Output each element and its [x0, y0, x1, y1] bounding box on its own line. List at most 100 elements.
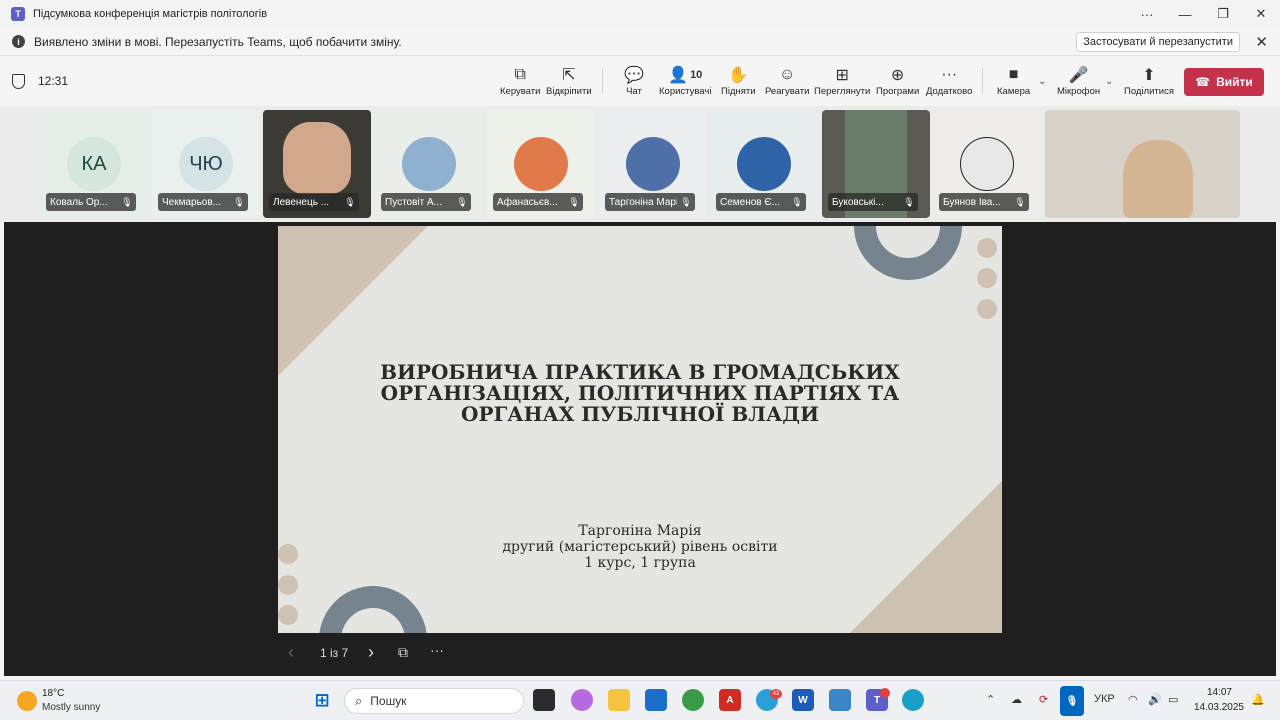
- word-icon[interactable]: W: [792, 689, 814, 711]
- self-video-tile[interactable]: [1045, 110, 1240, 218]
- avatar: [514, 137, 568, 191]
- participant-tile[interactable]: ЧЮ Чекмарьов... 🎙: [152, 110, 260, 218]
- mic-off-icon: 🎙: [680, 196, 692, 207]
- teams-badge: [880, 688, 890, 698]
- sync-icon[interactable]: ⟳: [1039, 693, 1048, 706]
- acrobat-icon[interactable]: A: [719, 689, 741, 711]
- chat-button[interactable]: 💬 Чат: [624, 64, 644, 97]
- mic-off-icon: 🎙: [344, 196, 356, 207]
- slide-subtitle: Таргоніна Марія другий (магістерський) р…: [428, 523, 852, 571]
- raise-hand-button[interactable]: ✋ Підняти: [721, 64, 756, 97]
- minimize-button[interactable]: —: [1166, 0, 1204, 28]
- weather-sun-icon[interactable]: [17, 691, 37, 711]
- participant-tile[interactable]: Афанасьєв... 🎙: [487, 110, 595, 218]
- tray-chevron-icon[interactable]: ⌃: [986, 693, 995, 706]
- notifications-bell-icon[interactable]: 🔔: [1251, 693, 1265, 706]
- wifi-icon[interactable]: ◠: [1128, 693, 1138, 706]
- share-button[interactable]: ⬆ Поділитися: [1124, 64, 1174, 97]
- participant-tile[interactable]: Буянов Іва... 🎙: [933, 110, 1041, 218]
- copilot-icon[interactable]: [571, 689, 593, 711]
- people-count: 10: [690, 69, 703, 81]
- info-icon: i: [12, 35, 25, 48]
- start-windows-icon[interactable]: ⊞: [311, 689, 333, 711]
- control-button[interactable]: ⧉ Керувати: [500, 64, 540, 97]
- slide-more-button[interactable]: ···: [430, 642, 444, 658]
- photos-icon[interactable]: [829, 689, 851, 711]
- react-button[interactable]: ☺ Реагувати: [765, 64, 809, 97]
- view-button[interactable]: ⊞ Переглянути: [814, 64, 870, 97]
- slides-grid-icon[interactable]: ⧉: [398, 644, 408, 661]
- participant-tile[interactable]: Таргоніна Марі...🎙: [599, 110, 707, 218]
- share-icon: ⬆: [1142, 67, 1156, 84]
- taskbar: 18°C Mostly sunny ⊞ ⌕ Пошук A 43 W T ⌃ ☁…: [0, 680, 1280, 720]
- participant-name: Левенець ...: [273, 196, 330, 208]
- more-button[interactable]: ··· Додатково: [926, 64, 972, 97]
- meeting-toolbar: 12:31 ⧉ Керувати ⇱ Відкріпити 💬 Чат 👤 10 …: [0, 56, 1280, 106]
- leave-button[interactable]: ☎ Вийти: [1184, 68, 1264, 96]
- decor-dot: [977, 299, 997, 319]
- file-explorer-icon[interactable]: [608, 689, 630, 711]
- participants-strip: КА Коваль Ор... 🎙 ЧЮ Чекмарьов... 🎙 Левене…: [0, 106, 1280, 222]
- weather-temp[interactable]: 18°C: [42, 688, 64, 699]
- more-options-icon[interactable]: ···: [1128, 0, 1166, 28]
- participant-tile[interactable]: Буковські... 🎙: [822, 110, 930, 218]
- notification-message: Виявлено зміни в мові. Перезапустіть Tea…: [34, 34, 402, 49]
- mic-off-icon: 🎙: [568, 196, 580, 207]
- camera-options-chevron-icon[interactable]: ⌄: [1038, 76, 1046, 87]
- weather-desc[interactable]: Mostly sunny: [42, 702, 100, 713]
- edge-icon[interactable]: [902, 689, 924, 711]
- task-view-icon[interactable]: [533, 689, 555, 711]
- unpin-button[interactable]: ⇱ Відкріпити: [546, 64, 592, 97]
- avatar: [402, 137, 456, 191]
- mic-off-icon: 🎙: [233, 196, 245, 207]
- notification-bar: i Виявлено зміни в мові. Перезапустіть T…: [0, 28, 1280, 56]
- next-slide-button[interactable]: ›: [368, 642, 374, 663]
- camera-icon: ■: [1008, 66, 1019, 83]
- close-notification-button[interactable]: ✕: [1255, 33, 1268, 51]
- decor-dot: [977, 238, 997, 258]
- avatar: [737, 137, 791, 191]
- avatar: [626, 137, 680, 191]
- ellipsis-icon: ···: [941, 66, 958, 83]
- mic-off-icon: 🎙: [1014, 196, 1026, 207]
- shared-content-area: ВИРОБНИЧА ПРАКТИКА В ГРОМАДСЬКИХ ОРГАНІЗ…: [4, 222, 1276, 676]
- avatar: КА: [67, 137, 121, 191]
- camera-button[interactable]: ■ Камера: [997, 64, 1030, 97]
- mic-icon: 🎤: [1068, 67, 1089, 84]
- search-box[interactable]: ⌕ Пошук: [344, 688, 524, 714]
- restore-button[interactable]: ❐: [1204, 0, 1242, 28]
- mic-options-chevron-icon[interactable]: ⌄: [1105, 76, 1113, 87]
- avatar: ЧЮ: [179, 137, 233, 191]
- teams-logo-icon: T: [11, 7, 25, 21]
- presentation-slide: ВИРОБНИЧА ПРАКТИКА В ГРОМАДСЬКИХ ОРГАНІЗ…: [278, 226, 1002, 633]
- volume-icon[interactable]: 🔊: [1148, 693, 1162, 706]
- close-window-button[interactable]: ✕: [1242, 0, 1280, 28]
- shield-icon: [12, 74, 25, 89]
- search-placeholder: Пошук: [370, 694, 407, 708]
- battery-icon[interactable]: ▭: [1168, 693, 1178, 706]
- participant-tile[interactable]: Пустовіт А... 🎙: [375, 110, 483, 218]
- decor-dot: [278, 575, 298, 595]
- divider: [982, 68, 983, 94]
- participant-name: Пустовіт А...: [385, 196, 443, 208]
- store-icon[interactable]: [645, 689, 667, 711]
- clock-date[interactable]: 14.03.2025: [1194, 702, 1244, 713]
- voice-mic-icon[interactable]: 🎙: [1060, 686, 1084, 716]
- clock-time[interactable]: 14:07: [1207, 687, 1232, 698]
- cloud-icon[interactable]: ☁: [1011, 693, 1022, 706]
- participant-name: Семенов Є...: [720, 196, 780, 208]
- prev-slide-button[interactable]: ‹: [288, 642, 294, 663]
- apply-restart-button[interactable]: Застосувати й перезапустити: [1076, 32, 1240, 52]
- mic-button[interactable]: 🎤 Мікрофон: [1057, 64, 1100, 97]
- participant-name: Таргоніна Марі...: [609, 196, 677, 208]
- apps-button[interactable]: ⊕ Програми: [876, 64, 919, 97]
- chrome-icon[interactable]: [682, 689, 704, 711]
- participant-name: Чекмарьов...: [162, 196, 222, 208]
- participant-tile[interactable]: Семенов Є... 🎙: [710, 110, 818, 218]
- participant-tile[interactable]: КА Коваль Ор... 🎙: [40, 110, 148, 218]
- language-indicator[interactable]: УКР: [1094, 693, 1115, 705]
- people-button[interactable]: 👤 10 Користувачі: [659, 64, 711, 97]
- participant-tile[interactable]: Левенець ... 🎙: [263, 110, 371, 218]
- participant-name: Буковські...: [832, 196, 884, 208]
- control-icon: ⧉: [514, 66, 526, 83]
